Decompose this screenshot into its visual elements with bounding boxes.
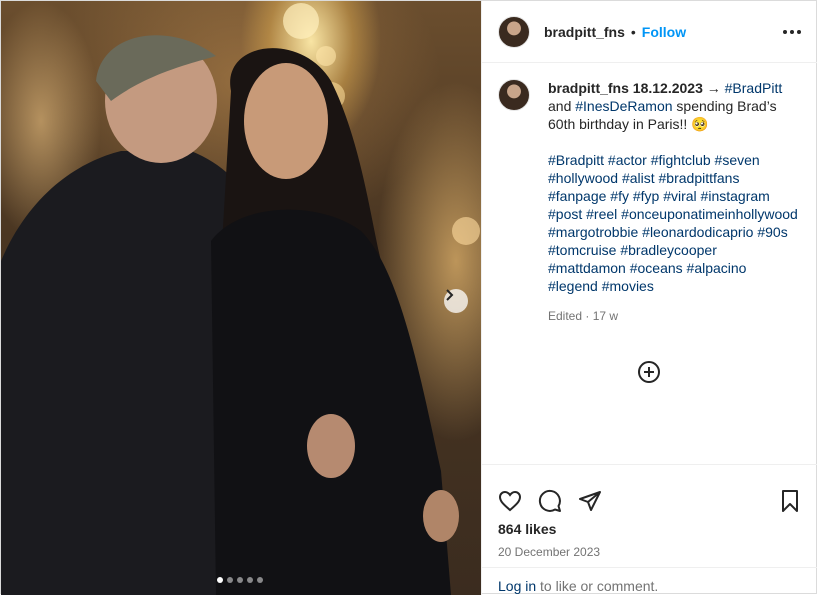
edited-timestamp: Edited · 17 w — [548, 309, 619, 323]
likes-count[interactable]: 864 likes — [482, 521, 817, 537]
carousel-dot — [237, 577, 243, 583]
carousel-dot — [257, 577, 263, 583]
follow-button[interactable]: Follow — [642, 24, 686, 40]
login-link[interactable]: Log in — [498, 578, 536, 594]
post-actions: 864 likes 20 December 2023 Log in to lik… — [482, 464, 817, 595]
next-image-button[interactable] — [444, 289, 468, 313]
comment-icon[interactable] — [538, 489, 562, 513]
hashtag-link[interactable]: #BradPitt — [725, 80, 783, 96]
caption-and: and — [548, 98, 572, 114]
heart-icon[interactable] — [498, 489, 522, 513]
post-frame: bradpitt_fns • Follow bradpitt_fns 18.12… — [0, 0, 817, 595]
caption-date: 18.12.2023 — [632, 80, 703, 96]
hashtag-link[interactable]: #InesDeRamon — [575, 98, 672, 114]
more-options-icon[interactable] — [783, 29, 801, 34]
add-circle-icon[interactable] — [637, 360, 661, 384]
carousel-dot — [227, 577, 233, 583]
post-date: 20 December 2023 — [498, 545, 601, 559]
caption-body: bradpitt_fns 18.12.2023 → #BradPitt and … — [548, 79, 798, 325]
login-prompt-text: to like or comment. — [536, 578, 659, 594]
separator: • — [630, 23, 636, 40]
post-header: bradpitt_fns • Follow — [482, 1, 817, 63]
post-media[interactable] — [1, 1, 481, 595]
username-link[interactable]: bradpitt_fns — [544, 24, 625, 40]
post-photo — [1, 3, 480, 595]
chevron-right-icon — [446, 289, 454, 301]
carousel-dot — [247, 577, 253, 583]
bookmark-icon[interactable] — [778, 489, 802, 513]
send-icon[interactable] — [578, 489, 602, 513]
caption-username[interactable]: bradpitt_fns — [548, 80, 629, 96]
post-sidebar: bradpitt_fns • Follow bradpitt_fns 18.12… — [481, 1, 817, 595]
action-bar — [482, 465, 817, 521]
carousel-dot — [217, 577, 223, 583]
avatar[interactable] — [498, 79, 530, 111]
caption: bradpitt_fns 18.12.2023 → #BradPitt and … — [498, 79, 808, 325]
caption-hashtags[interactable]: #Bradpitt #actor #fightclub #seven #holl… — [548, 151, 798, 295]
avatar[interactable] — [498, 15, 530, 48]
caption-arrow: → — [706, 80, 721, 96]
carousel-indicator — [217, 577, 263, 583]
login-prompt: Log in to like or comment. — [482, 567, 817, 604]
